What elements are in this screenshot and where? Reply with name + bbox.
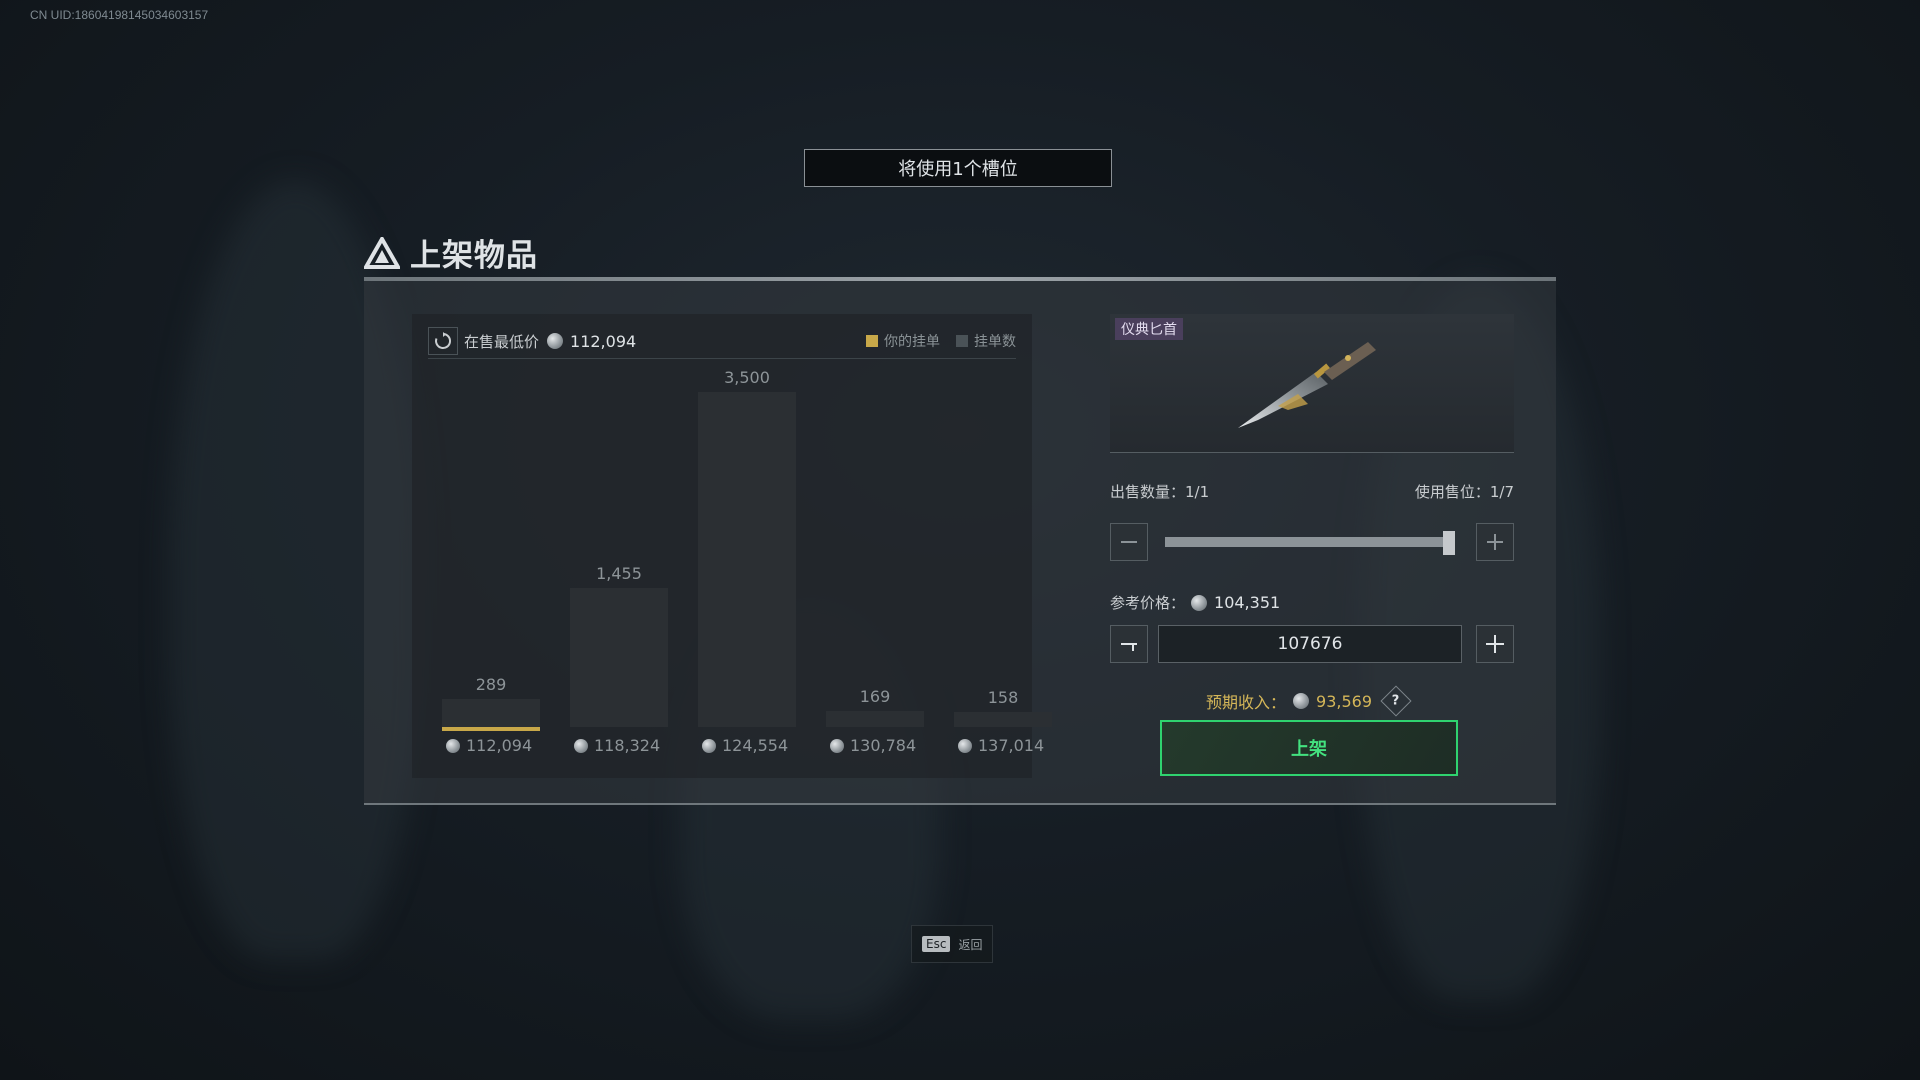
bar-price-text: 112,094 bbox=[466, 736, 533, 755]
reference-price-row: 参考价格： 104,351 bbox=[1110, 592, 1514, 613]
reference-price-value: 104,351 bbox=[1214, 593, 1281, 612]
quantity-increase-button[interactable] bbox=[1476, 523, 1514, 561]
help-icon: ? bbox=[1392, 693, 1400, 709]
coin-icon bbox=[446, 738, 460, 753]
slot-usage-banner: 将使用1个槽位 bbox=[804, 149, 1112, 187]
help-button[interactable]: ? bbox=[1380, 685, 1412, 717]
bar-price-label: 137,014 bbox=[958, 736, 1118, 755]
page-header: 上架物品 bbox=[364, 230, 538, 275]
bar-column: 3,500 124,554 bbox=[698, 314, 796, 778]
list-item-button[interactable]: 上架 bbox=[1160, 720, 1458, 776]
reference-price-label: 参考价格： bbox=[1110, 594, 1186, 612]
bar-column: 169 130,784 bbox=[826, 314, 924, 778]
bar-count-label: 1,455 bbox=[596, 563, 642, 583]
quantity-decrease-button[interactable] bbox=[1110, 523, 1148, 561]
expected-income-row: 预期收入： 93,569 ? bbox=[1206, 685, 1466, 717]
minus-icon bbox=[1121, 643, 1137, 651]
price-input[interactable]: 107676 bbox=[1158, 625, 1462, 663]
bar-count-label: 158 bbox=[987, 687, 1019, 707]
coin-icon bbox=[1191, 594, 1208, 611]
price-input-row: 107676 bbox=[1110, 624, 1514, 664]
bar-my-order[interactable] bbox=[442, 699, 540, 731]
bar-count-label: 169 bbox=[859, 686, 891, 706]
bar-price-text: 124,554 bbox=[722, 736, 789, 755]
bar-count-label: 3,500 bbox=[724, 368, 770, 387]
price-decrease-button[interactable] bbox=[1110, 625, 1148, 663]
price-increase-button[interactable] bbox=[1476, 625, 1514, 663]
listing-panel: 在售最低价 112,094 你的挂单 挂单数 289 112,094 1,455 11… bbox=[364, 281, 1556, 805]
bar-count-label: 289 bbox=[475, 675, 507, 695]
coin-icon bbox=[958, 738, 972, 753]
item-name-tag: 仪典匕首 bbox=[1115, 318, 1183, 340]
quantity-slider-thumb[interactable] bbox=[1443, 531, 1455, 555]
dagger-icon bbox=[1238, 342, 1376, 428]
minus-icon bbox=[1121, 541, 1137, 543]
bar[interactable] bbox=[698, 392, 796, 727]
plus-icon bbox=[1487, 534, 1503, 550]
expected-income-label: 预期收入： bbox=[1206, 693, 1287, 712]
bar-price-text: 118,324 bbox=[594, 736, 661, 755]
back-label: 返回 bbox=[958, 937, 983, 952]
plus-icon bbox=[1486, 635, 1504, 653]
coin-icon bbox=[574, 738, 588, 753]
coin-icon bbox=[702, 738, 716, 753]
quantity-slider-row bbox=[1110, 520, 1514, 564]
coin-icon bbox=[547, 333, 564, 349]
bar[interactable] bbox=[826, 710, 924, 727]
expected-income-value: 93,569 bbox=[1316, 691, 1372, 711]
quantity-row: 出售数量：1/1 使用售位：1/7 bbox=[1110, 481, 1514, 502]
back-hint[interactable]: Esc 返回 bbox=[911, 925, 994, 963]
coin-icon bbox=[1293, 693, 1310, 709]
bar-price-text: 137,014 bbox=[978, 736, 1045, 755]
item-preview: 仪典匕首 bbox=[1110, 314, 1514, 453]
quantity-slider[interactable] bbox=[1165, 531, 1455, 555]
uid-text: CN UID:18604198145034603157 bbox=[30, 8, 209, 22]
price-distribution-chart: 在售最低价 112,094 你的挂单 挂单数 289 112,094 1,455 11… bbox=[412, 314, 1052, 778]
sell-quantity-label: 出售数量：1/1 bbox=[1110, 483, 1210, 501]
bar-column: 1,455 118,324 bbox=[570, 314, 668, 778]
bar[interactable] bbox=[954, 711, 1052, 727]
quantity-slider-fill bbox=[1165, 537, 1455, 547]
game-logo-icon bbox=[364, 236, 400, 269]
esc-key-icon: Esc bbox=[922, 936, 951, 952]
sell-controls: 仪典匕首 出售数量：1/1 使用售位：1/7 参考价格： 104,351 107… bbox=[1110, 314, 1514, 776]
bar-column: 289 112,094 bbox=[442, 314, 540, 778]
sale-slots-label: 使用售位：1/7 bbox=[1414, 483, 1514, 501]
coin-icon bbox=[830, 738, 844, 753]
bar[interactable] bbox=[570, 587, 668, 727]
bar-price-text: 130,784 bbox=[850, 736, 917, 755]
bar-column: 158 137,014 bbox=[954, 314, 1052, 778]
page-title: 上架物品 bbox=[410, 238, 538, 274]
